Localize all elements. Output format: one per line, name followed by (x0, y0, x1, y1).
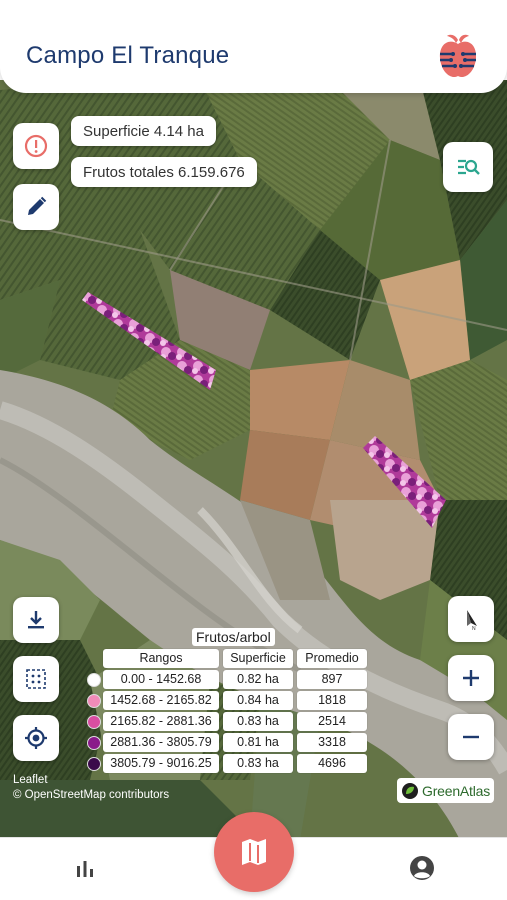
locate-button[interactable] (13, 715, 59, 761)
legend-average: 1818 (297, 691, 367, 710)
nav-stats-button[interactable] (72, 856, 98, 882)
legend-header-row: Rangos Superficie Promedio (86, 649, 370, 669)
legend-color-swatch (87, 736, 101, 750)
legend-surface: 0.84 ha (223, 691, 293, 710)
legend-average: 3318 (297, 733, 367, 752)
zoom-in-button[interactable] (448, 655, 494, 701)
map-icon (242, 839, 266, 865)
legend-range: 0.00 - 1452.68 (103, 670, 219, 689)
leaflet-attribution-link[interactable]: Leaflet (13, 774, 48, 786)
nav-map-button[interactable] (214, 812, 294, 892)
list-search-icon (458, 159, 480, 175)
legend-surface: 0.81 ha (223, 733, 293, 752)
nav-profile-button[interactable] (408, 854, 436, 882)
page-title: Campo El Tranque (26, 42, 230, 69)
info-button[interactable] (13, 123, 59, 169)
apple-circuit-logo-icon (437, 32, 479, 80)
leaf-logo-icon (402, 782, 418, 799)
legend-range: 2165.82 - 2881.36 (103, 712, 219, 731)
plus-icon (463, 670, 479, 686)
grid-select-icon (26, 669, 46, 689)
target-icon (25, 727, 47, 749)
app-screen: Campo El Tranque Superficie 4.14 ha Frut… (0, 0, 507, 900)
legend-average: 4696 (297, 754, 367, 773)
legend-color-swatch (87, 673, 101, 687)
status-bar (0, 0, 507, 26)
zoom-out-button[interactable] (448, 714, 494, 760)
legend-range: 2881.36 - 3805.79 (103, 733, 219, 752)
legend-range: 3805.79 - 9016.25 (103, 754, 219, 773)
legend-color-swatch (87, 757, 101, 771)
legend-row: 0.00 - 1452.68 0.82 ha 897 (86, 670, 370, 690)
legend-header-surface: Superficie (223, 649, 293, 668)
legend-surface: 0.83 ha (223, 754, 293, 773)
legend-row: 2165.82 - 2881.36 0.83 ha 2514 (86, 712, 370, 732)
bar-chart-icon (77, 861, 93, 877)
legend-surface: 0.82 ha (223, 670, 293, 689)
legend-color-swatch (87, 715, 101, 729)
download-icon (28, 611, 44, 629)
legend-row: 2881.36 - 3805.79 0.81 ha 3318 (86, 733, 370, 753)
surface-pill: Superficie 4.14 ha (71, 116, 216, 146)
search-list-button[interactable] (443, 142, 493, 192)
legend-average: 2514 (297, 712, 367, 731)
app-header: Campo El Tranque (0, 0, 507, 93)
legend-range: 1452.68 - 2165.82 (103, 691, 219, 710)
legend-title: Frutos/arbol (192, 628, 275, 646)
grid-select-button[interactable] (13, 656, 59, 702)
edit-button[interactable] (13, 184, 59, 230)
greenatlas-brand: GreenAtlas (397, 778, 494, 803)
compass-button[interactable]: N (448, 596, 494, 642)
pencil-icon (28, 196, 47, 215)
legend-surface: 0.83 ha (223, 712, 293, 731)
legend-color-swatch (87, 694, 101, 708)
legend-header-average: Promedio (297, 649, 367, 668)
legend-row: 3805.79 - 9016.25 0.83 ha 4696 (86, 754, 370, 774)
compass-icon: N (467, 610, 477, 632)
info-icon (24, 134, 48, 158)
minus-icon (463, 735, 479, 739)
svg-text:N: N (472, 626, 476, 632)
download-button[interactable] (13, 597, 59, 643)
osm-attribution-link[interactable]: © OpenStreetMap contributors (13, 789, 169, 801)
legend-average: 897 (297, 670, 367, 689)
legend-header-ranges: Rangos (103, 649, 219, 668)
total-fruits-pill: Frutos totales 6.159.676 (71, 157, 257, 187)
greenatlas-text: GreenAtlas (422, 782, 491, 799)
user-circle-icon (410, 856, 434, 880)
legend-row: 1452.68 - 2165.82 0.84 ha 1818 (86, 691, 370, 711)
